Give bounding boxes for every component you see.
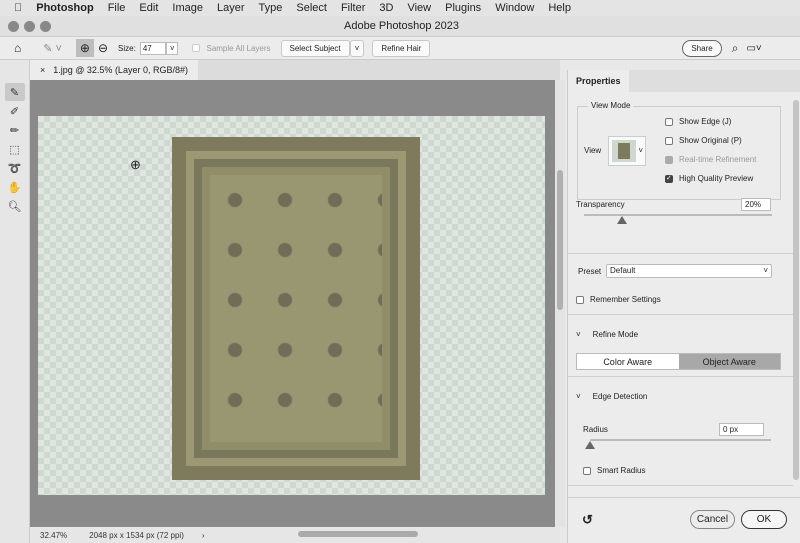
menu-app[interactable]: Photoshop — [36, 2, 93, 14]
document-tab-label: 1.jpg @ 32.5% (Layer 0, RGB/8#) — [53, 65, 188, 75]
sample-all-layers-label: Sample All Layers — [206, 43, 271, 53]
home-icon[interactable]: ⌂ — [14, 41, 21, 55]
transparency-input[interactable]: 20% — [741, 198, 771, 211]
size-label: Size: — [118, 43, 136, 53]
options-bar: ⌂ ✎ ˅ ⊕ ⊖ Size: 47 ˅ Sample All Layers S… — [0, 37, 800, 60]
quick-selection-tool-icon[interactable]: ✎ — [4, 83, 25, 101]
title-bar: Adobe Photoshop 2023 — [0, 16, 800, 37]
hand-tool-icon[interactable]: ✋ — [5, 178, 25, 196]
show-original-option[interactable]: Show Original (P) — [665, 136, 742, 145]
zoom-tool-icon[interactable]: 🔍︎ — [5, 197, 25, 215]
reset-icon[interactable]: ↺ — [582, 512, 593, 528]
zoom-window-button[interactable] — [40, 21, 51, 32]
ok-button[interactable]: OK — [741, 510, 787, 529]
size-dropdown[interactable]: ˅ — [165, 41, 179, 55]
rug-image — [172, 137, 420, 480]
refine-mode-header[interactable]: ˅ Refine Mode — [576, 330, 638, 339]
refine-mode-toggle: Color Aware Object Aware — [576, 353, 781, 370]
show-edge-option[interactable]: Show Edge (J) — [665, 117, 731, 126]
zoom-level[interactable]: 32.47% — [40, 531, 67, 540]
transparency-label: Transparency — [576, 200, 625, 209]
smart-radius-label: Smart Radius — [597, 466, 646, 475]
view-mode-label: View Mode — [588, 101, 634, 110]
workspace-icon[interactable]: ▭˅ — [746, 43, 761, 54]
brush-preset-icon[interactable]: ✎ ˅ — [43, 42, 62, 55]
realtime-refinement-label: Real-time Refinement — [679, 155, 757, 164]
object-selection-tool-icon[interactable]: ⬚ — [5, 140, 25, 158]
properties-tab[interactable]: Properties — [568, 70, 629, 92]
search-icon[interactable]: ⌕ — [732, 41, 739, 56]
radius-label: Radius — [583, 425, 608, 434]
hq-preview-option[interactable]: High Quality Preview — [665, 174, 753, 183]
color-aware-button[interactable]: Color Aware — [577, 354, 679, 369]
horizontal-scrollbar[interactable] — [298, 531, 418, 537]
menu-plugins[interactable]: Plugins — [445, 2, 481, 14]
properties-panel: Properties View Mode View ˅ Show Edge (J… — [567, 70, 800, 543]
status-menu-chevron-icon[interactable]: › — [202, 531, 205, 540]
size-input[interactable]: 47 — [139, 41, 166, 55]
radius-slider[interactable] — [590, 439, 771, 441]
chevron-down-icon: ˅ — [576, 392, 581, 401]
vertical-scrollbar[interactable] — [555, 80, 565, 527]
menu-type[interactable]: Type — [259, 2, 283, 14]
tools-panel: ✎ ✐ ✏ ⬚ ➰ ✋ 🔍︎ — [0, 60, 30, 543]
refine-mode-label: Refine Mode — [592, 330, 639, 339]
share-button[interactable]: Share — [682, 39, 722, 57]
view-label: View — [584, 146, 602, 155]
minimize-window-button[interactable] — [24, 21, 35, 32]
panel-scrollbar[interactable] — [793, 100, 799, 480]
document-info: 2048 px x 1534 px (72 ppi) — [89, 530, 184, 540]
brush-tool-icon[interactable]: ✏ — [5, 121, 25, 139]
remember-settings-option[interactable]: Remember Settings — [576, 295, 661, 304]
menu-layer[interactable]: Layer — [217, 2, 245, 14]
radius-slider-handle[interactable] — [585, 441, 595, 449]
status-bar: 32.47% 2048 px x 1534 px (72 ppi) › — [30, 527, 560, 543]
select-subject-dropdown[interactable]: ˅ — [349, 39, 365, 57]
preset-dropdown[interactable]: Default ˅ — [606, 264, 772, 278]
apple-icon[interactable]:  — [14, 2, 22, 14]
remember-settings-label: Remember Settings — [590, 295, 661, 304]
sample-all-layers-checkbox[interactable] — [192, 44, 201, 52]
window-title: Adobe Photoshop 2023 — [344, 20, 459, 32]
brush-cursor-icon: ⊕ — [130, 157, 141, 172]
select-subject-button[interactable]: Select Subject — [280, 39, 350, 57]
menu-bar:  Photoshop File Edit Image Layer Type S… — [0, 0, 800, 16]
preset-label: Preset — [578, 267, 602, 276]
subtract-from-selection-icon[interactable]: ⊖ — [98, 41, 108, 55]
cancel-button[interactable]: Cancel — [690, 510, 735, 529]
menu-filter[interactable]: Filter — [341, 2, 365, 14]
object-aware-button[interactable]: Object Aware — [678, 354, 780, 369]
edge-detection-header[interactable]: ˅ Edge Detection — [576, 392, 647, 401]
menu-window[interactable]: Window — [495, 2, 534, 14]
add-to-selection-icon[interactable]: ⊕ — [75, 39, 94, 57]
edge-detection-label: Edge Detection — [592, 392, 648, 401]
show-original-label: Show Original (P) — [679, 136, 742, 145]
transparency-slider-handle[interactable] — [616, 216, 627, 224]
menu-3d[interactable]: 3D — [379, 2, 393, 14]
menu-file[interactable]: File — [108, 2, 126, 14]
view-mode-dropdown[interactable]: ˅ — [608, 136, 646, 166]
menu-select[interactable]: Select — [296, 2, 327, 14]
close-window-button[interactable] — [8, 21, 19, 32]
menu-view[interactable]: View — [407, 2, 431, 14]
close-tab-icon[interactable]: × — [40, 65, 45, 75]
lasso-tool-icon[interactable]: ➰ — [5, 159, 25, 177]
smart-radius-option[interactable]: Smart Radius — [583, 466, 645, 475]
realtime-refinement-option: Real-time Refinement — [665, 155, 756, 164]
menu-edit[interactable]: Edit — [139, 2, 158, 14]
menu-help[interactable]: Help — [548, 2, 571, 14]
radius-input[interactable]: 0 px — [719, 423, 764, 436]
chevron-down-icon: ˅ — [576, 330, 581, 339]
menu-image[interactable]: Image — [172, 2, 203, 14]
hq-preview-label: High Quality Preview — [679, 174, 754, 183]
preset-value: Default — [610, 266, 636, 275]
show-edge-label: Show Edge (J) — [679, 117, 732, 126]
transparency-slider[interactable] — [584, 214, 772, 216]
refine-edge-brush-icon[interactable]: ✐ — [5, 102, 25, 120]
document-tab[interactable]: × 1.jpg @ 32.5% (Layer 0, RGB/8#) — [30, 60, 198, 80]
refine-hair-button[interactable]: Refine Hair — [372, 39, 431, 57]
document-tab-bar: × 1.jpg @ 32.5% (Layer 0, RGB/8#) — [30, 60, 560, 80]
